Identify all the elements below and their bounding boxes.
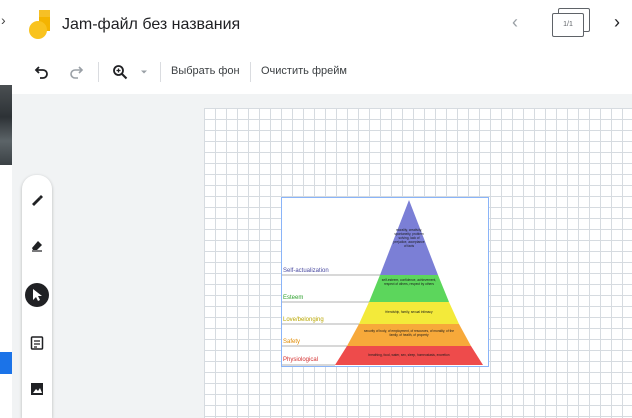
pyramid-text-safety: security of body, of employment, of reso…	[363, 329, 455, 337]
tool-palette	[22, 175, 52, 418]
clear-frame-button[interactable]: Очистить фрейм	[261, 65, 347, 77]
pyramid-label-love-belonging: Love/belonging	[283, 317, 324, 323]
pen-tool-icon[interactable]	[25, 187, 49, 211]
frame-counter-label: 1/1	[552, 13, 584, 37]
pyramid-label-self-actualization: Self-actualization	[283, 268, 329, 274]
select-tool-icon[interactable]	[25, 283, 49, 307]
app-header: Jam-файл без названия ‹ 1/1 ›	[12, 0, 632, 51]
frame-counter-button[interactable]: 1/1	[552, 8, 590, 37]
zoom-icon[interactable]	[110, 62, 130, 82]
toolbar-divider	[98, 62, 99, 82]
pyramid-text-physiological: breathing, food, water, sex, sleep, home…	[368, 353, 450, 357]
blue-edge-tab	[0, 352, 12, 374]
pyramid-text-esteem: self-esteem, confidence, achievement, re…	[381, 278, 437, 286]
previous-frame-icon[interactable]: ‹	[512, 12, 518, 33]
pyramid-text-love-belonging: friendship, family, sexual intimacy	[385, 310, 433, 314]
document-title[interactable]: Jam-файл без названия	[62, 16, 240, 34]
sticky-note-tool-icon[interactable]	[25, 331, 49, 355]
background-photo-edge	[0, 85, 12, 165]
redo-icon[interactable]	[66, 62, 86, 82]
chevron-right-icon[interactable]: ›	[1, 12, 6, 28]
pyramid-label-physiological: Physiological	[283, 357, 319, 363]
eraser-tool-icon[interactable]	[25, 233, 49, 257]
set-background-button[interactable]: Выбрать фон	[171, 65, 240, 77]
left-edge-strip: ›	[0, 0, 12, 418]
undo-icon[interactable]	[32, 62, 52, 82]
toolbar: Выбрать фон Очистить фрейм	[12, 50, 632, 95]
pyramid-label-esteem: Esteem	[283, 295, 304, 301]
next-frame-icon[interactable]: ›	[614, 12, 620, 33]
pyramid-label-safety: Safety	[283, 339, 301, 345]
zoom-dropdown-chevron-icon[interactable]	[134, 62, 154, 82]
maslow-pyramid-image[interactable]: Self-actualization Esteem Love/belonging…	[281, 197, 489, 367]
image-tool-icon[interactable]	[25, 377, 49, 401]
toolbar-divider	[160, 62, 161, 82]
pyramid-text-self-actualization: morality, creativity, spontaneity, probl…	[393, 228, 425, 248]
jamboard-logo-icon	[29, 10, 50, 39]
toolbar-divider	[250, 62, 251, 82]
